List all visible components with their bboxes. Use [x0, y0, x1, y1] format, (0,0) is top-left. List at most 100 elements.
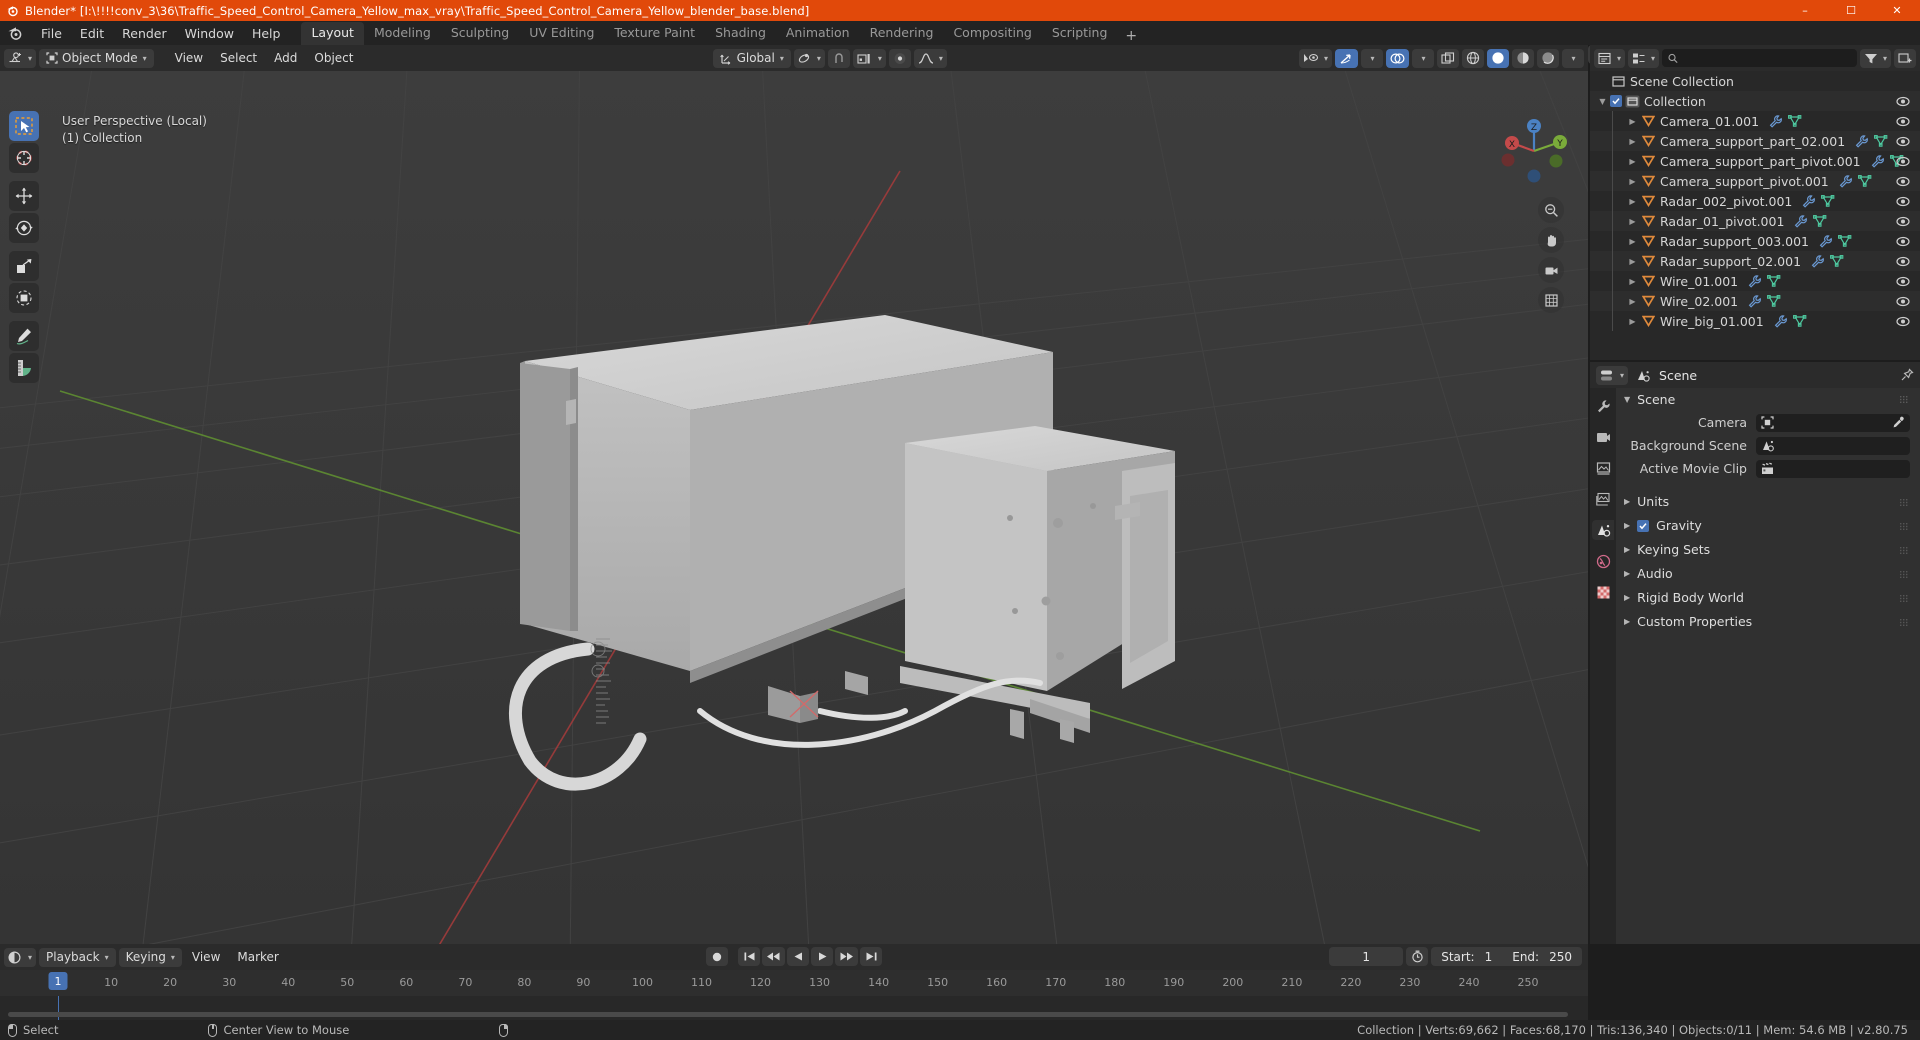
tab-tool-properties[interactable] [1592, 396, 1614, 416]
timeline-scrubber[interactable]: 10 20 30 40 50 60 70 80 90 100 110 120 130 140 150 160 1… [0, 970, 1588, 996]
properties-collapsed-panel[interactable]: ▶ Gravity [1616, 515, 1920, 536]
outliner-object-row[interactable]: ▶ Radar_01_pivot.001 [1590, 211, 1920, 231]
outliner-display-mode-selector[interactable]: ▾ [1628, 48, 1660, 68]
mesh-data-icon[interactable] [1874, 135, 1888, 147]
outliner-object-row[interactable]: ▶ Wire_big_01.001 [1590, 311, 1920, 331]
modifier-wrench-icon[interactable] [1802, 194, 1816, 208]
properties-collapsed-panel[interactable]: ▶ Units [1616, 491, 1920, 512]
expand-triangle-icon[interactable]: ▶ [1624, 521, 1630, 530]
panel-checkbox[interactable] [1637, 519, 1650, 532]
outliner-scene-collection-row[interactable]: Scene Collection [1590, 71, 1920, 91]
shading-wireframe-button[interactable] [1462, 48, 1485, 68]
expand-triangle-icon[interactable]: ▶ [1626, 111, 1639, 131]
timeline-menu-marker[interactable]: Marker [230, 948, 285, 967]
timeline-horizontal-scrollbar[interactable] [8, 1012, 1568, 1017]
viewport-navigation-gizmo[interactable]: Z Y X [1494, 111, 1574, 191]
tab-texture-properties[interactable] [1592, 582, 1614, 602]
tab-animation[interactable]: Animation [776, 22, 860, 45]
modifier-wrench-icon[interactable] [1871, 154, 1884, 168]
expand-triangle-icon[interactable]: ▶ [1626, 271, 1639, 291]
modifier-wrench-icon[interactable] [1748, 274, 1762, 288]
tool-measure[interactable] [9, 353, 39, 383]
play-reverse-button[interactable] [787, 947, 809, 966]
snap-mode-selector[interactable]: ▾ [852, 48, 886, 68]
expand-triangle-icon[interactable]: ▶ [1626, 211, 1639, 231]
modifier-wrench-icon[interactable] [1839, 174, 1852, 188]
tab-scripting[interactable]: Scripting [1042, 22, 1118, 45]
shading-material-preview-button[interactable] [1512, 48, 1535, 68]
jump-to-start-button[interactable] [738, 947, 760, 966]
mesh-data-icon[interactable] [1857, 175, 1872, 187]
viewport-canvas[interactable]: User Perspective (Local) (1) Collection [0, 71, 1588, 944]
expand-triangle-icon[interactable]: ▶ [1626, 231, 1639, 251]
tool-cursor[interactable] [9, 143, 39, 173]
timeline-editor[interactable]: ▾ Playback ▾ Keying ▾ View Marker 1 Star… [0, 944, 1588, 1020]
editor-type-selector[interactable]: ▾ [4, 48, 37, 68]
expand-triangle-icon[interactable]: ▶ [1624, 593, 1630, 602]
tab-rendering[interactable]: Rendering [860, 22, 944, 45]
outliner-filter-button[interactable]: ▾ [1859, 48, 1891, 68]
menu-window[interactable]: Window [176, 24, 243, 43]
expand-triangle-icon[interactable]: ▶ [1624, 617, 1630, 626]
use-preview-range-button[interactable] [1406, 947, 1429, 966]
minimize-button[interactable]: – [1782, 0, 1828, 21]
overlay-options-selector[interactable]: ▾ [1412, 48, 1435, 68]
timeline-menu-view[interactable]: View [185, 948, 227, 967]
visibility-eye-icon[interactable] [1896, 271, 1910, 291]
tool-rotate[interactable] [9, 213, 39, 243]
expand-triangle-icon[interactable]: ▶ [1626, 131, 1639, 151]
outliner-object-row[interactable]: ▶ Camera_support_pivot.001 [1590, 171, 1920, 191]
modifier-wrench-icon[interactable] [1811, 254, 1824, 268]
modifier-wrench-icon[interactable] [1855, 134, 1869, 148]
modifier-wrench-icon[interactable] [1769, 114, 1782, 128]
visibility-selector[interactable]: ▾ [1299, 48, 1333, 68]
xray-toggle[interactable] [1437, 48, 1460, 68]
tool-move[interactable] [9, 181, 39, 211]
outliner-object-row[interactable]: ▶ Wire_02.001 [1590, 291, 1920, 311]
mesh-data-icon[interactable] [1767, 275, 1781, 287]
overlays-toggle[interactable] [1386, 48, 1410, 68]
modifier-wrench-icon[interactable] [1794, 214, 1808, 228]
expand-triangle-icon[interactable]: ▶ [1626, 251, 1639, 271]
next-keyframe-button[interactable] [835, 947, 858, 966]
pin-icon[interactable] [1900, 368, 1914, 382]
shading-options-selector[interactable]: ▾ [1562, 48, 1585, 68]
tab-world-properties[interactable] [1592, 551, 1614, 571]
expand-triangle-icon[interactable]: ▶ [1626, 171, 1639, 191]
eyedropper-icon[interactable] [1892, 416, 1905, 429]
expand-triangle-icon[interactable]: ▼ [1624, 395, 1630, 404]
collection-checkbox[interactable] [1609, 95, 1623, 107]
current-frame-field[interactable]: 1 [1329, 947, 1404, 966]
modifier-wrench-icon[interactable] [1819, 234, 1832, 248]
expand-triangle-icon[interactable]: ▼ [1596, 91, 1609, 111]
viewport-menu-select[interactable]: Select [213, 49, 264, 68]
viewport-scene[interactable] [0, 71, 1588, 944]
zoom-icon[interactable] [1538, 197, 1564, 223]
timeline-menu-playback[interactable]: Playback ▾ [39, 947, 116, 967]
menu-help[interactable]: Help [243, 24, 290, 43]
tab-shading[interactable]: Shading [705, 22, 776, 45]
visibility-eye-icon[interactable] [1896, 111, 1910, 131]
modifier-wrench-icon[interactable] [1748, 294, 1762, 308]
viewport-menu-view[interactable]: View [168, 49, 210, 68]
expand-triangle-icon[interactable]: ▶ [1626, 291, 1639, 311]
outliner-search-field[interactable] [1683, 51, 1851, 65]
pivot-point-selector[interactable]: ▾ [793, 48, 825, 68]
previous-keyframe-button[interactable] [762, 947, 785, 966]
expand-triangle-icon[interactable]: ▶ [1626, 151, 1639, 171]
blender-logo-icon[interactable] [6, 24, 24, 42]
expand-triangle-icon[interactable]: ▶ [1626, 191, 1639, 211]
tab-output-properties[interactable] [1592, 458, 1614, 478]
properties-collapsed-panel[interactable]: ▶ Audio [1616, 563, 1920, 584]
play-button[interactable] [811, 947, 833, 966]
tool-annotate[interactable] [9, 321, 39, 351]
background-scene-field[interactable] [1756, 436, 1910, 455]
maximize-button[interactable]: ☐ [1828, 0, 1874, 21]
tab-modeling[interactable]: Modeling [364, 22, 441, 45]
outliner-object-row[interactable]: ▶ Camera_01.001 [1590, 111, 1920, 131]
outliner-object-row[interactable]: ▶ Camera_support_part_pivot.001 [1590, 151, 1920, 171]
mesh-data-icon[interactable] [1788, 115, 1802, 127]
expand-triangle-icon[interactable]: ▶ [1624, 497, 1630, 506]
visibility-eye-icon[interactable] [1896, 191, 1910, 211]
mesh-data-icon[interactable] [1830, 255, 1844, 267]
